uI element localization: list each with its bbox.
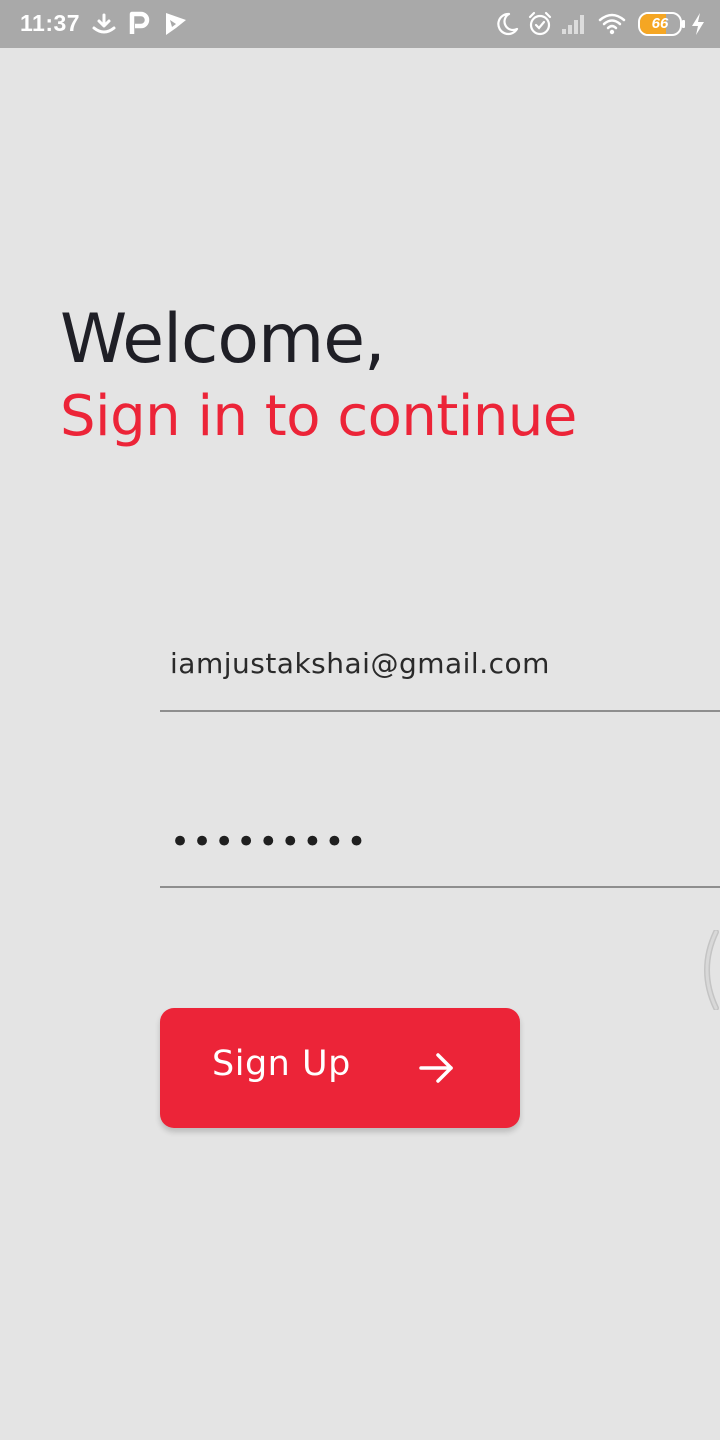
sign-up-label: Sign Up [212,1044,351,1084]
welcome-title: Welcome, [60,300,386,379]
alarm-icon [528,11,552,36]
arrow-right-icon [419,1053,453,1083]
play-store-icon [166,13,186,35]
password-field[interactable]: ••••••••• [160,800,720,888]
sign-up-button[interactable]: Sign Up [160,1008,520,1128]
charging-icon [692,13,704,35]
edge-swipe-handle[interactable] [696,930,720,1010]
battery-level: 66 [651,15,669,32]
parking-icon [129,11,150,34]
status-bar: 11:37 66 [0,0,720,48]
wifi-icon [598,13,626,35]
battery-icon: 66 [638,12,685,36]
email-field[interactable] [160,620,720,712]
password-input[interactable]: ••••••••• [170,822,369,862]
email-input[interactable] [170,640,710,686]
moon-icon [497,12,519,36]
sign-in-subtitle: Sign in to continue [60,384,577,449]
download-icon [92,13,116,34]
status-time: 11:37 [20,10,81,36]
signal-icon [562,15,584,34]
